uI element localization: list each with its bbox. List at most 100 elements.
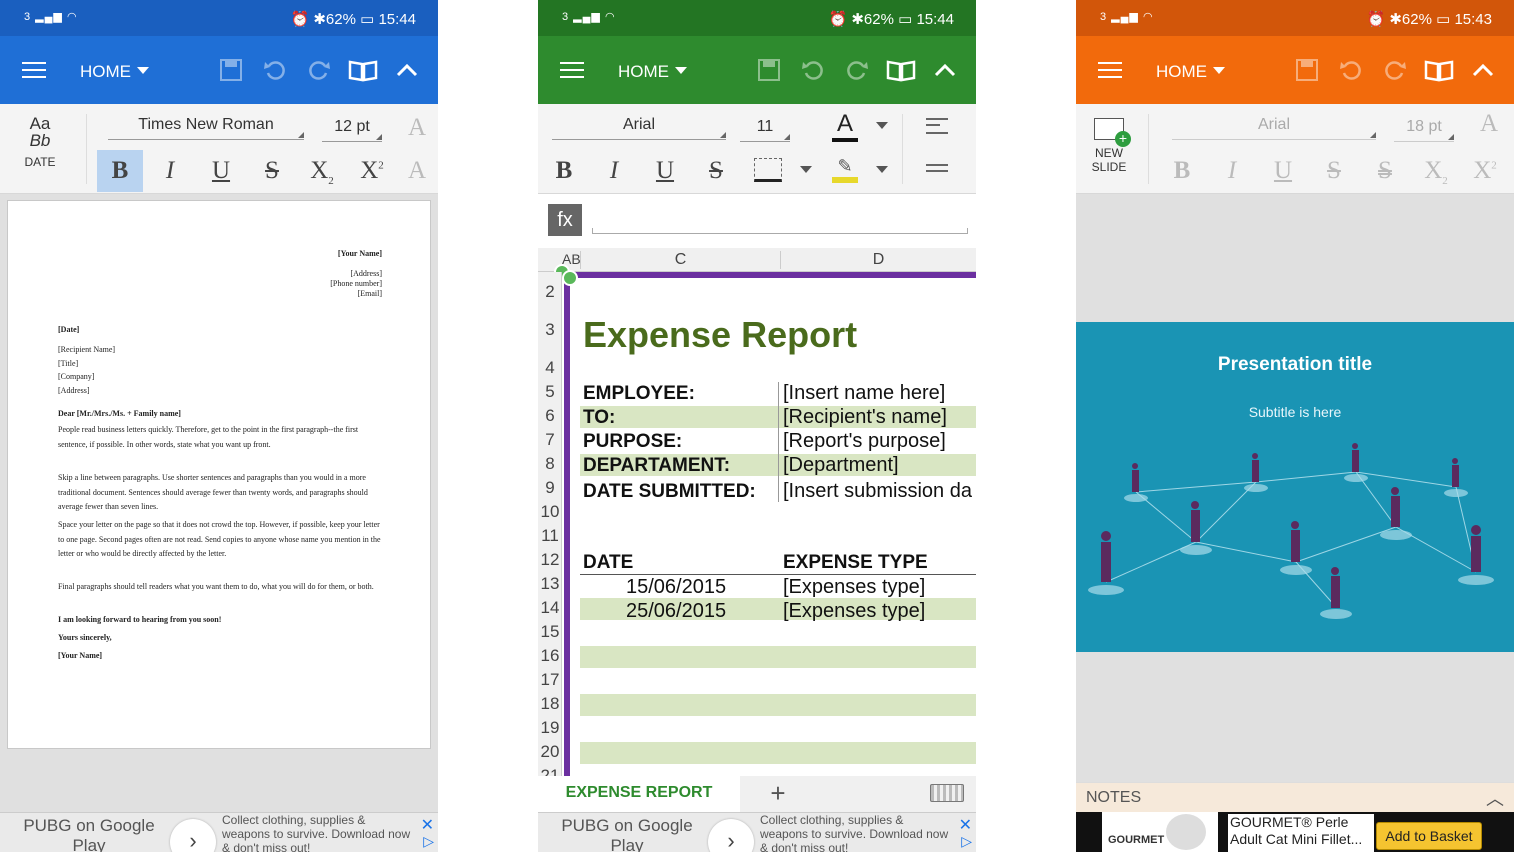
- row-header[interactable]: 19: [538, 718, 562, 738]
- menu-icon[interactable]: [22, 62, 46, 78]
- ad-choices-icon[interactable]: ▷: [961, 833, 972, 850]
- superscript-button[interactable]: X2: [352, 157, 392, 185]
- col-header-c[interactable]: C: [580, 251, 780, 269]
- expense-type-1[interactable]: [Expenses type]: [783, 576, 925, 599]
- expense-date-1[interactable]: 15/06/2015: [626, 576, 726, 599]
- font-dropdown[interactable]: Arial: [552, 116, 726, 140]
- report-title[interactable]: Expense Report: [583, 314, 857, 356]
- home-tab-dropdown[interactable]: HOME: [80, 62, 149, 82]
- undo-icon[interactable]: [1338, 58, 1364, 82]
- row-header[interactable]: 9: [538, 478, 562, 498]
- redo-icon[interactable]: [844, 58, 870, 82]
- row-header[interactable]: 14: [538, 598, 562, 618]
- borders-caret[interactable]: [800, 166, 812, 173]
- row-header[interactable]: 8: [538, 454, 562, 474]
- sheet-tab-expense-report[interactable]: EXPENSE REPORT: [538, 776, 740, 812]
- row-header[interactable]: 10: [538, 502, 562, 522]
- row-header[interactable]: 2: [538, 282, 562, 302]
- font-size-dropdown[interactable]: 11: [740, 118, 790, 142]
- notes-panel[interactable]: NOTES ︿: [1076, 782, 1514, 812]
- notes-expand-icon[interactable]: ︿: [1486, 785, 1504, 811]
- add-sheet-button[interactable]: +: [760, 778, 796, 809]
- save-icon[interactable]: [1294, 58, 1320, 82]
- highlight-icon[interactable]: ✎: [832, 156, 858, 184]
- slide-canvas[interactable]: Presentation title Subtitle is here: [1076, 322, 1514, 652]
- expense-date-2[interactable]: 25/06/2015: [626, 600, 726, 623]
- label-department[interactable]: DEPARTAMENT:: [583, 455, 730, 477]
- font-color-button[interactable]: A: [832, 110, 858, 142]
- label-to[interactable]: TO:: [583, 407, 615, 429]
- subscript-button[interactable]: X2: [302, 157, 342, 187]
- bold-button[interactable]: B: [544, 157, 584, 185]
- home-tab-dropdown[interactable]: HOME: [618, 62, 687, 82]
- document-page[interactable]: [Your Name] [Address] [Phone number] [Em…: [7, 200, 431, 749]
- collapse-ribbon-icon[interactable]: [932, 58, 958, 82]
- collapse-ribbon-icon[interactable]: [394, 58, 420, 82]
- row-header[interactable]: 18: [538, 694, 562, 714]
- ad-arrow-icon[interactable]: ›: [708, 819, 754, 852]
- slide-title[interactable]: Presentation title: [1076, 354, 1514, 376]
- undo-icon[interactable]: [800, 58, 826, 82]
- row-header[interactable]: 4: [538, 358, 562, 378]
- superscript-button[interactable]: X2: [1466, 157, 1504, 185]
- font-dropdown[interactable]: Arial: [1172, 116, 1376, 140]
- row-header[interactable]: 17: [538, 670, 562, 690]
- row-header[interactable]: 5: [538, 382, 562, 402]
- redo-icon[interactable]: [1382, 58, 1408, 82]
- expense-type-2[interactable]: [Expenses type]: [783, 600, 925, 623]
- double-strikethrough-button[interactable]: S: [1365, 157, 1405, 185]
- row-header[interactable]: 3: [538, 320, 562, 340]
- strikethrough-button[interactable]: S: [1314, 157, 1354, 185]
- font-color-caret[interactable]: [876, 122, 888, 129]
- col-header-d[interactable]: D: [780, 251, 976, 269]
- row-header[interactable]: 15: [538, 622, 562, 642]
- bold-button[interactable]: B: [100, 157, 140, 185]
- selection-handle-bottom[interactable]: [562, 270, 578, 286]
- value-to[interactable]: [Recipient's name]: [783, 406, 947, 429]
- header-expense-type[interactable]: EXPENSE TYPE: [783, 552, 928, 574]
- font-size-dropdown[interactable]: 12 pt: [322, 118, 382, 142]
- value-date-submitted[interactable]: [Insert submission da: [783, 480, 976, 503]
- row-header[interactable]: 12: [538, 550, 562, 570]
- header-date[interactable]: DATE: [583, 552, 633, 574]
- keyboard-icon[interactable]: [930, 784, 964, 802]
- row-header[interactable]: 7: [538, 430, 562, 450]
- ad-close-icon[interactable]: ✕: [421, 815, 434, 835]
- ad-banner[interactable]: PUBG on Google Play › Collect clothing, …: [0, 812, 438, 852]
- highlight-caret[interactable]: [876, 166, 888, 173]
- font-dropdown[interactable]: Times New Roman: [108, 116, 304, 140]
- row-header[interactable]: 11: [538, 526, 562, 546]
- strikethrough-button[interactable]: S: [696, 157, 736, 185]
- underline-button[interactable]: U: [1263, 157, 1303, 185]
- add-to-basket-button[interactable]: Add to Basket: [1376, 822, 1482, 850]
- borders-icon[interactable]: [754, 158, 782, 182]
- row-header[interactable]: 13: [538, 574, 562, 594]
- align-left-icon[interactable]: [926, 118, 948, 134]
- menu-icon[interactable]: [560, 62, 584, 78]
- label-date-submitted[interactable]: DATE SUBMITTED:: [583, 481, 756, 503]
- row-header[interactable]: 16: [538, 646, 562, 666]
- home-tab-dropdown[interactable]: HOME: [1156, 62, 1225, 82]
- menu-icon[interactable]: [1098, 62, 1122, 78]
- label-employee[interactable]: EMPLOYEE:: [583, 383, 695, 405]
- value-purpose[interactable]: [Report's purpose]: [783, 430, 946, 453]
- bold-button[interactable]: B: [1162, 157, 1202, 185]
- save-icon[interactable]: [756, 58, 782, 82]
- strikethrough-button[interactable]: S: [252, 157, 292, 185]
- collapse-ribbon-icon[interactable]: [1470, 58, 1496, 82]
- ad-choices-icon[interactable]: ▷: [423, 833, 434, 850]
- save-icon[interactable]: [218, 58, 244, 82]
- undo-icon[interactable]: [262, 58, 288, 82]
- formula-input[interactable]: [592, 228, 968, 234]
- paragraph-style-button[interactable]: Aa Bb DATE: [12, 114, 68, 169]
- redo-icon[interactable]: [306, 58, 332, 82]
- new-slide-button[interactable]: + NEW SLIDE: [1084, 118, 1134, 174]
- slide-subtitle[interactable]: Subtitle is here: [1076, 404, 1514, 420]
- read-mode-icon[interactable]: [1424, 58, 1454, 82]
- ad-arrow-icon[interactable]: ›: [170, 819, 216, 852]
- read-mode-icon[interactable]: [886, 58, 916, 82]
- italic-button[interactable]: I: [594, 157, 634, 185]
- row-header[interactable]: 6: [538, 406, 562, 426]
- ad-close-icon[interactable]: ✕: [959, 815, 972, 835]
- ad-banner[interactable]: PUBG on Google Play › Collect clothing, …: [538, 812, 976, 852]
